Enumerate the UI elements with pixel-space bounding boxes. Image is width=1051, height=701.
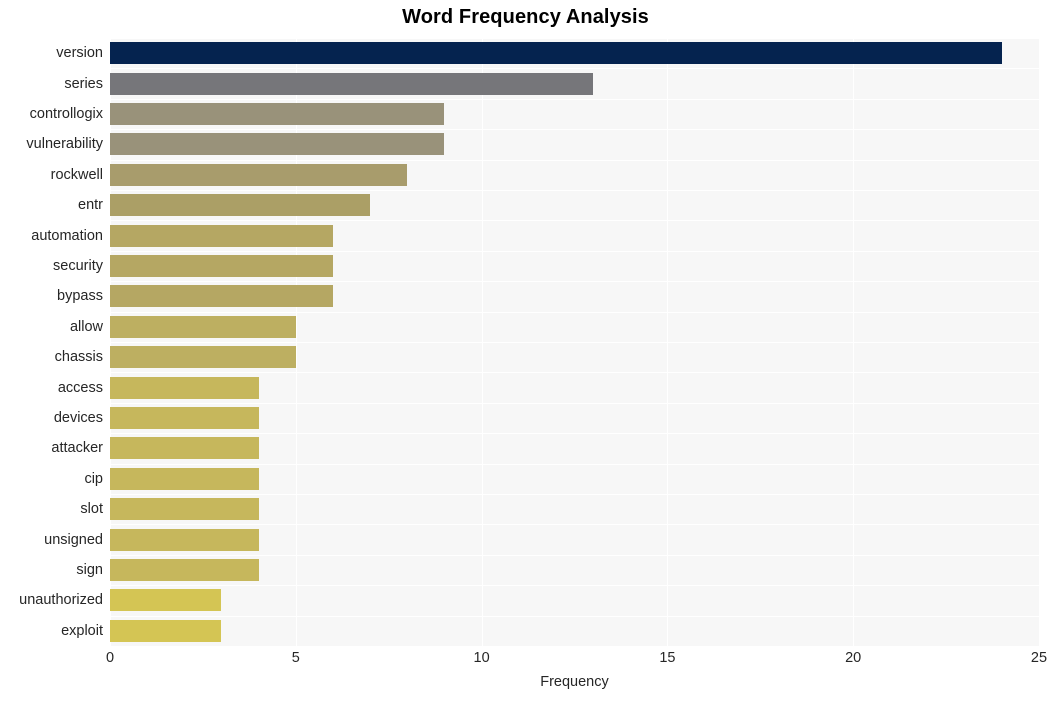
horizontal-gridline [110,585,1039,587]
horizontal-gridline [110,250,1039,252]
bar [110,103,445,125]
bar [110,407,259,429]
bar [110,346,296,369]
bar [110,285,333,308]
y-axis-tick-label: devices [53,410,103,426]
y-axis-tick-label: entr [78,197,103,214]
y-axis-tick-label: allow [69,318,103,335]
y-axis-tick-label: version [56,45,103,62]
bar [110,224,333,247]
x-axis-tick-label: 10 [473,650,490,666]
horizontal-gridline [110,129,1039,131]
chart-title: Word Frequency Analysis [402,6,649,28]
bar [110,133,445,156]
bar [110,194,371,217]
x-axis-tick-label: 0 [105,650,115,666]
y-axis-tick-label: automation [31,227,103,244]
horizontal-gridline [110,281,1039,283]
bar [110,376,259,399]
x-axis-label: Frequency [540,674,609,690]
horizontal-gridline [110,372,1039,374]
bar [110,437,259,460]
horizontal-gridline [110,98,1039,100]
vertical-gridline [110,38,111,646]
bar [110,619,222,642]
horizontal-gridline [110,402,1039,404]
horizontal-gridline [110,220,1039,222]
horizontal-gridline [110,433,1039,435]
bar [110,163,408,186]
horizontal-gridline [110,463,1039,465]
horizontal-gridline [110,68,1039,70]
horizontal-gridline [110,342,1039,343]
horizontal-gridline [110,554,1039,556]
vertical-gridline [853,38,855,646]
y-axis-tick-label: unsigned [44,531,103,548]
y-axis-tick-label: chassis [54,349,103,366]
bar [110,315,296,338]
y-axis-tick-label: access [57,379,103,396]
bar [110,42,1002,65]
y-axis-tick-label: controllogix [29,106,103,122]
y-axis-tick-label: unauthorized [19,592,103,609]
y-axis-tick-label: sign [76,562,103,578]
horizontal-gridline [110,190,1039,191]
bar [110,467,259,490]
y-axis-tick-label: bypass [57,288,103,305]
x-axis-tick-label: 20 [845,650,862,666]
plot-area [110,38,1039,646]
y-axis-tick-label: rockwell [50,166,103,183]
horizontal-gridline [110,159,1039,161]
y-axis-tick-label: exploit [61,622,103,639]
horizontal-gridline [110,615,1039,617]
y-axis-tick-label: security [53,258,103,274]
y-axis-tick-label: cip [84,470,103,487]
y-axis-tick-label: vulnerability [26,136,103,153]
x-axis-tick-labels: 0 5 10 15 20 25 [0,650,1051,672]
bar [110,589,222,612]
word-frequency-chart: Word Frequency Analysis version series con… [0,0,1051,701]
bar [110,72,594,95]
bar [110,498,259,521]
bar [110,528,259,551]
vertical-gridline [295,38,297,646]
horizontal-gridline [110,38,1039,39]
y-axis-labels: version series controllogix vulnerability ro… [0,38,103,646]
bar [110,255,333,277]
vertical-gridline [667,38,669,646]
bar [110,559,259,581]
y-axis-tick-label: slot [80,501,103,518]
x-axis-tick-label: 15 [659,650,676,666]
vertical-gridline [481,38,483,646]
x-axis-tick-label: 5 [291,650,300,666]
y-axis-tick-label: series [64,75,103,92]
x-axis-tick-label: 25 [1030,650,1048,666]
horizontal-gridline [110,311,1039,313]
horizontal-gridline [110,494,1039,495]
horizontal-gridline [110,524,1039,526]
y-axis-tick-label: attacker [51,440,103,457]
